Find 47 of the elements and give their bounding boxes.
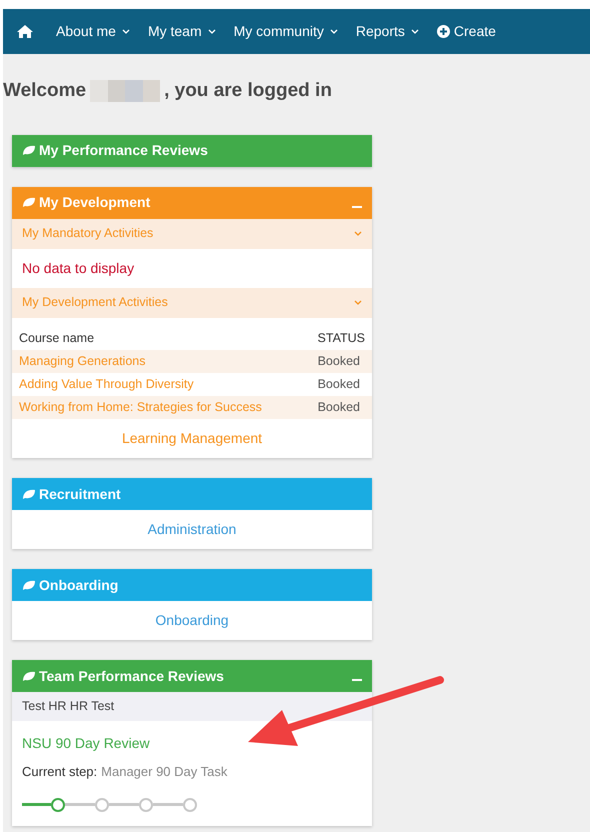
panel-title: My Development <box>39 193 150 212</box>
chevron-down-icon <box>354 300 362 305</box>
table-cell-text: Booked <box>316 399 361 416</box>
nav-menu[interactable]: My community <box>234 21 338 42</box>
leaf-icon <box>22 197 36 208</box>
column-header: STATUS <box>316 330 366 346</box>
panel-link[interactable]: Learning Management <box>122 428 262 450</box>
panel-link[interactable]: Onboarding <box>155 610 229 632</box>
panel-title: My Performance Reviews <box>39 141 208 160</box>
home-icon <box>16 24 34 39</box>
leaf-icon <box>22 488 36 500</box>
step-label: Current step: <box>22 763 98 782</box>
chevron-down-icon <box>208 29 216 34</box>
leaf-icon <box>22 670 36 682</box>
review-link[interactable]: NSU 90 Day Review <box>22 733 362 754</box>
column-header: Course name <box>18 330 96 346</box>
table-cell-text: Booked <box>316 376 361 394</box>
nav-menu[interactable]: Reports <box>356 21 419 42</box>
plus-circle-icon <box>436 25 450 38</box>
panel-title: Onboarding <box>39 576 118 595</box>
create-button[interactable]: Create <box>436 21 496 42</box>
step-connector <box>65 803 95 806</box>
step-connector <box>153 803 183 806</box>
empty-message: No data to display <box>21 258 136 278</box>
course-link[interactable]: Adding Value Through Diversity <box>12 375 201 394</box>
accordion-header[interactable]: My Development Activities <box>12 288 372 318</box>
chevron-down-icon <box>410 29 419 34</box>
nav-menu[interactable]: My team <box>148 21 216 42</box>
step-connector <box>109 803 139 806</box>
course-link[interactable]: Managing Generations <box>12 352 152 372</box>
nav-menu[interactable]: About me <box>56 21 130 42</box>
chevron-down-icon <box>330 29 338 34</box>
panel-title: Recruitment <box>39 484 121 504</box>
chevron-down-icon <box>122 29 130 34</box>
leaf-icon <box>22 580 36 591</box>
table-cell-text: Booked <box>316 353 361 370</box>
welcome-text: Welcome <box>3 79 86 103</box>
panel-link[interactable]: Administration <box>148 519 236 540</box>
panel-title: Team Performance Reviews <box>39 666 224 686</box>
chevron-down-icon <box>354 231 362 236</box>
course-link[interactable]: Working from Home: Strategies for Success <box>12 398 269 418</box>
welcome-text: , you are logged in <box>164 79 332 103</box>
leaf-icon <box>22 145 36 156</box>
employee-select[interactable]: Test HR HR Test <box>12 692 372 722</box>
step-connector <box>22 803 51 806</box>
accordion-header[interactable]: My Mandatory Activities <box>12 218 372 248</box>
step-value: Manager 90 Day Task <box>101 763 228 782</box>
